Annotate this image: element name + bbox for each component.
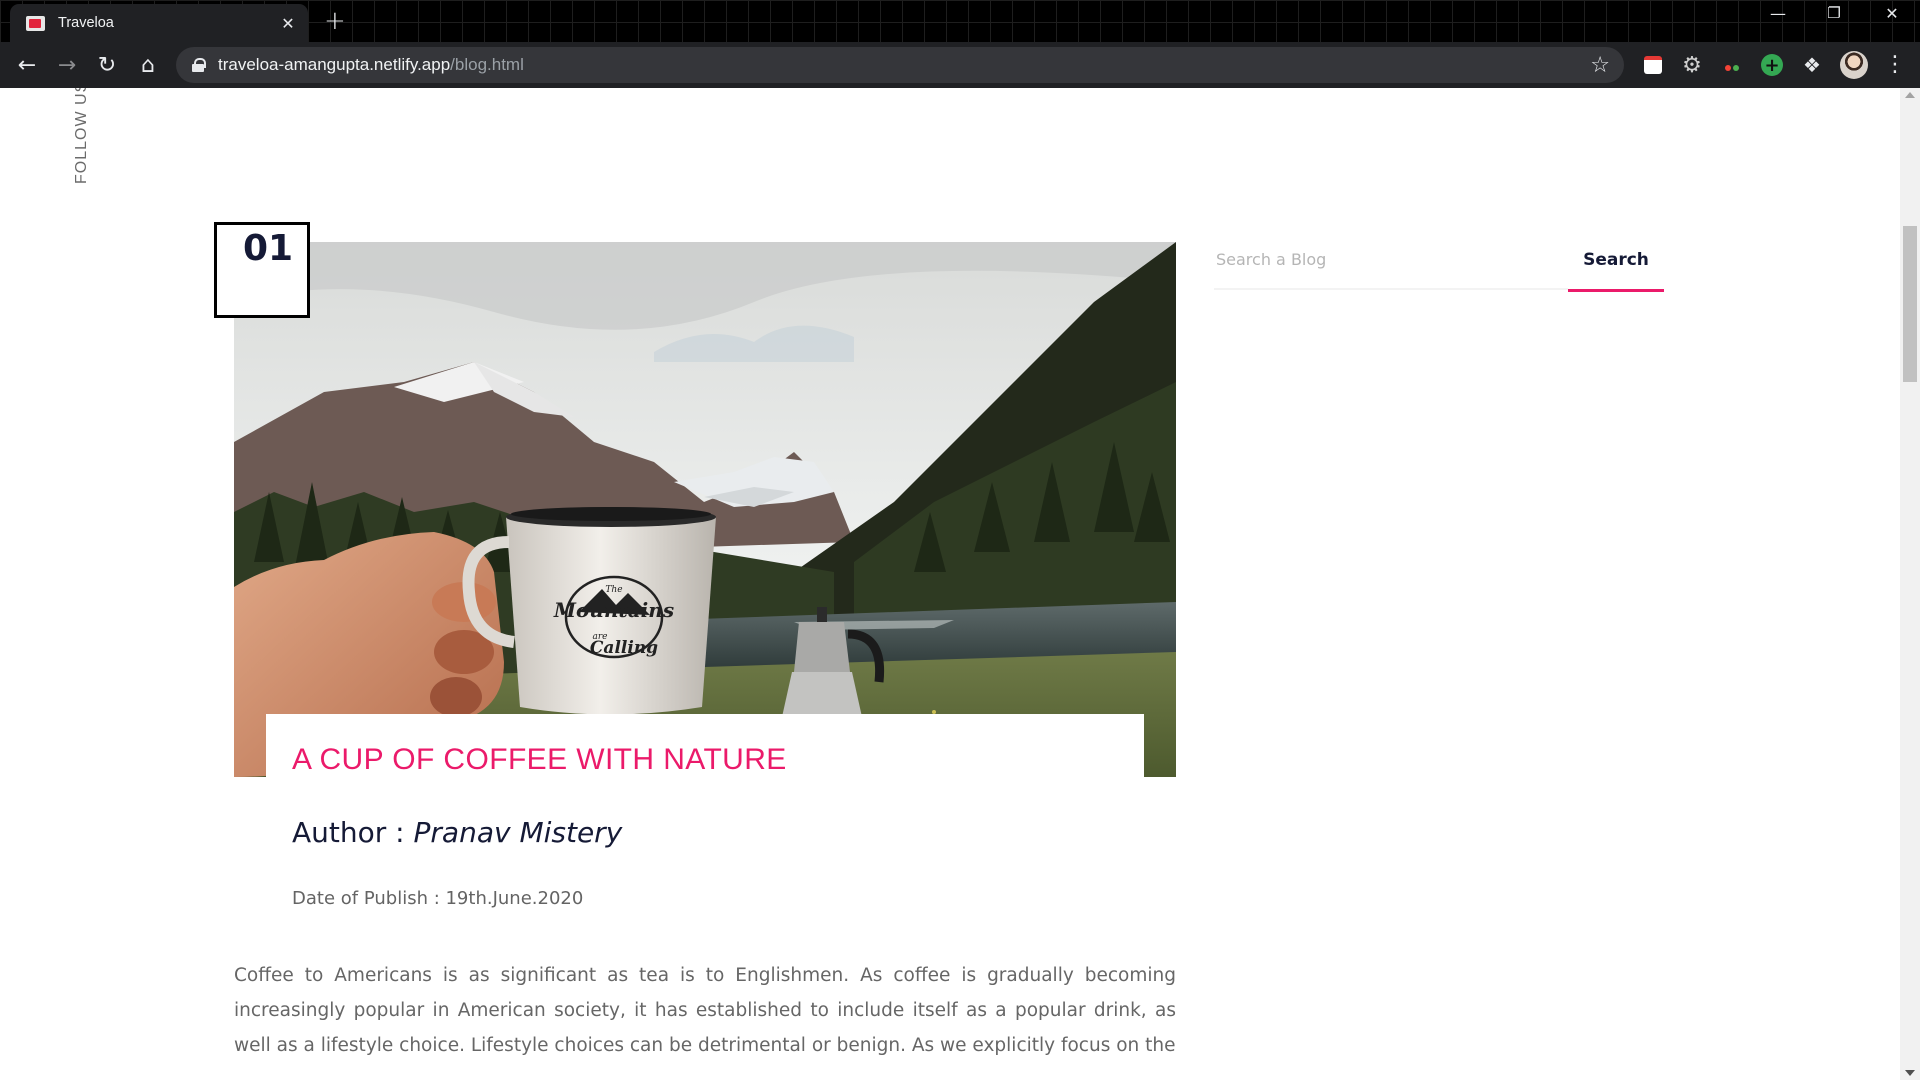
extensions-puzzle-icon[interactable]: ❖	[1800, 53, 1824, 77]
author-name: Pranav Mistery	[413, 816, 623, 849]
calendar-extension-icon[interactable]	[1644, 56, 1662, 74]
settings-extension-icon[interactable]: ⚙	[1680, 53, 1704, 78]
post-number-box: 01	[214, 222, 310, 318]
home-icon[interactable]: ⌂	[133, 50, 163, 80]
url-host: traveloa-amangupta.netlify.app	[218, 55, 451, 74]
follow-us-label: FOLLOW US	[73, 88, 90, 184]
browser-toolbar: ← → ↻ ⌂ traveloa-amangupta.netlify.app/b…	[0, 42, 1920, 88]
browser-tab[interactable]: Traveloa ✕	[10, 4, 308, 42]
publish-date: Date of Publish : 19th.June.2020	[292, 888, 584, 909]
restore-icon[interactable]: ❐	[1814, 4, 1854, 22]
mug-text-the: The	[605, 585, 622, 595]
post-title[interactable]: A CUP OF COFFEE WITH NATURE	[292, 743, 787, 777]
lock-icon[interactable]	[192, 58, 206, 72]
blog-search: Search	[1214, 230, 1664, 292]
tab-close-icon[interactable]: ✕	[278, 14, 298, 33]
browser-menu-icon[interactable]: ⋮	[1884, 52, 1906, 77]
blog-page: FOLLOW US 01 The Mountains are Calling A…	[0, 88, 1920, 1080]
back-arrow-icon[interactable]: ←	[12, 50, 42, 80]
search-input[interactable]	[1214, 230, 1568, 290]
add-extension-icon[interactable]: +	[1761, 54, 1783, 76]
mug-text-mountains: Mountains	[553, 598, 674, 622]
site-favicon-icon	[26, 15, 45, 31]
browser-tab-strip: Traveloa ✕ + — ❐ ✕	[0, 0, 1920, 42]
post-number: 01	[243, 228, 294, 269]
search-button[interactable]: Search	[1568, 230, 1664, 292]
color-picker-extension-icon[interactable]	[1720, 56, 1744, 80]
mug-text-calling: Calling	[590, 638, 658, 658]
reload-icon[interactable]: ↻	[92, 50, 122, 80]
url-path: /blog.html	[450, 55, 524, 74]
scroll-thumb[interactable]	[1903, 226, 1917, 382]
minimize-icon[interactable]: —	[1758, 4, 1798, 23]
scroll-up-icon[interactable]	[1905, 92, 1915, 98]
post-image: The Mountains are Calling	[234, 242, 1176, 777]
close-window-icon[interactable]: ✕	[1872, 4, 1912, 23]
bookmark-star-icon[interactable]: ☆	[1590, 53, 1610, 78]
new-tab-icon[interactable]: +	[324, 6, 346, 36]
page-scrollbar[interactable]	[1900, 88, 1920, 1080]
forward-arrow-icon[interactable]: →	[52, 50, 82, 80]
mountain-coffee-image: The Mountains are Calling	[234, 242, 1176, 777]
post-body: Coffee to Americans is as significant as…	[234, 965, 1176, 1056]
scroll-down-icon[interactable]	[1905, 1070, 1915, 1076]
post-author: Author : Pranav Mistery	[292, 816, 622, 849]
address-bar[interactable]: traveloa-amangupta.netlify.app/blog.html…	[176, 47, 1624, 83]
profile-avatar[interactable]	[1840, 51, 1868, 79]
author-label: Author :	[292, 816, 414, 849]
tab-title: Traveloa	[58, 15, 114, 31]
